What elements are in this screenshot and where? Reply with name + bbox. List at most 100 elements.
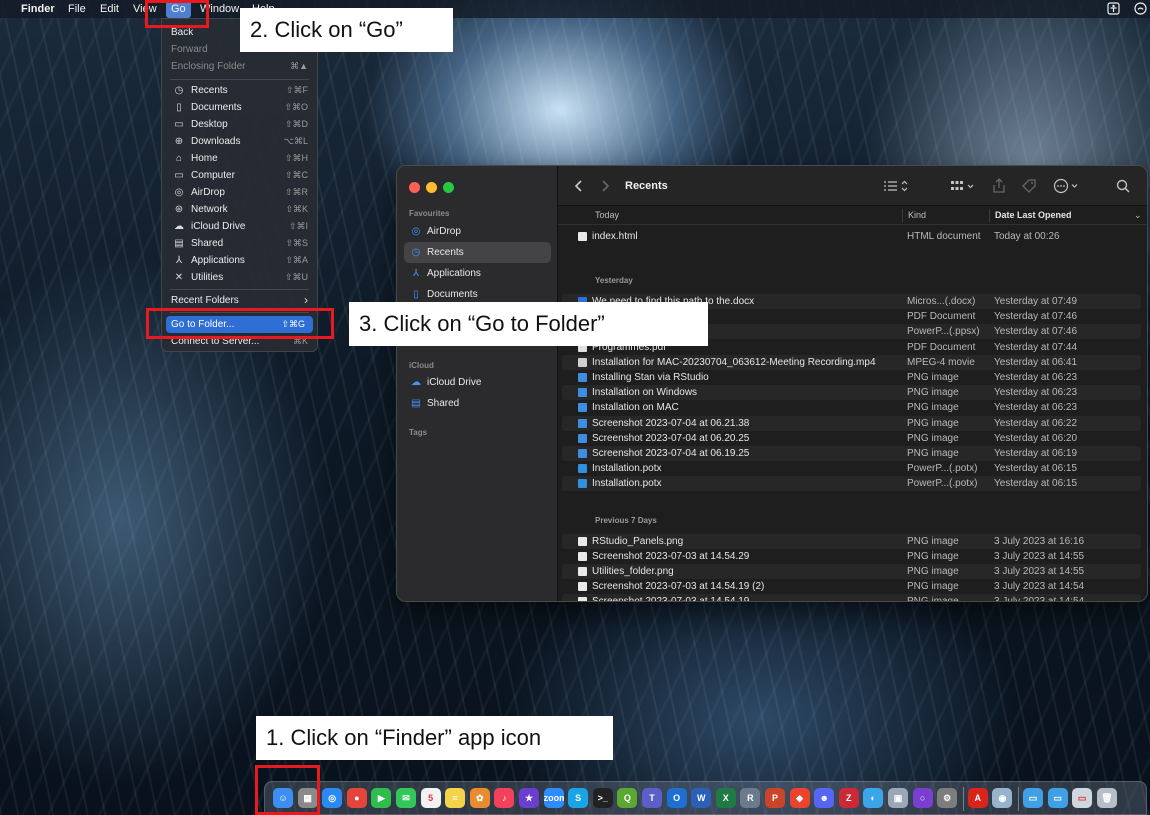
downloads-folder-icon[interactable]: ▭: [1023, 788, 1043, 808]
menu-file[interactable]: File: [63, 0, 91, 18]
file-row[interactable]: Installation on Windows PNG image Yesterda…: [562, 385, 1141, 401]
qgis-icon[interactable]: Q: [617, 788, 638, 808]
menu-item-network[interactable]: ⊛ Network ⇧⌘K: [162, 201, 317, 218]
menu-finder[interactable]: Finder: [16, 0, 60, 18]
file-row[interactable]: index.html HTML document Today at 00:26: [562, 229, 1141, 244]
minimize-window-button[interactable]: [426, 182, 437, 193]
word-icon[interactable]: W: [691, 788, 712, 808]
trash-icon[interactable]: 🗑: [1096, 788, 1117, 808]
calendar-icon[interactable]: 5: [420, 788, 441, 808]
menu-item-icloud-drive[interactable]: ☁ iCloud Drive ⇧⌘I: [162, 218, 317, 235]
file-date: Yesterday at 06:23: [994, 372, 1078, 383]
accessibility-icon[interactable]: [1107, 2, 1120, 16]
column-header-kind[interactable]: Kind: [908, 206, 926, 224]
list-view-icon[interactable]: [883, 178, 911, 194]
column-header-date[interactable]: Date Last Opened: [995, 206, 1072, 224]
screenshot-stack-icon[interactable]: ▭: [1072, 788, 1093, 808]
vpn-icon[interactable]: ◐: [863, 788, 884, 808]
teams-icon[interactable]: T: [642, 788, 662, 808]
file-row[interactable]: Installation.potx PowerP...(.potx) Yesterd…: [562, 476, 1141, 492]
facetime-icon[interactable]: ▶: [371, 788, 392, 808]
sidebar-item-applications[interactable]: ⅄ Applications: [404, 263, 551, 284]
computer-icon: ▭: [174, 170, 184, 181]
back-button[interactable]: [574, 178, 584, 194]
file-row[interactable]: Screenshot 2023-07-04 at 06.21.38 PNG ima…: [562, 415, 1141, 431]
share-icon[interactable]: [992, 178, 1006, 194]
menu-item-shared[interactable]: ▤ Shared ⇧⌘S: [162, 235, 317, 252]
menu-item-downloads[interactable]: ⊕ Downloads ⌥⌘L: [162, 133, 317, 150]
menu-edit[interactable]: Edit: [95, 0, 124, 18]
documents-folder-icon[interactable]: ▭: [1047, 788, 1068, 808]
menu-item-label: Computer: [191, 170, 235, 181]
outlook-icon[interactable]: O: [666, 788, 687, 808]
chevron-down-icon[interactable]: ⌄: [1134, 206, 1142, 224]
more-actions-icon[interactable]: [1053, 178, 1083, 194]
network-icon: ⊛: [174, 204, 184, 215]
file-row[interactable]: RStudio_Panels.png PNG image 3 July 2023 a…: [562, 533, 1141, 549]
menu-item-documents[interactable]: ▯ Documents ⇧⌘O: [162, 99, 317, 116]
skype-icon[interactable]: S: [568, 788, 589, 808]
zotero-icon[interactable]: Z: [838, 788, 859, 808]
sidebar-item-recents[interactable]: ◷ Recents: [404, 242, 551, 263]
menu-item-applications[interactable]: ⅄ Applications ⇧⌘A: [162, 252, 317, 269]
zoom-icon[interactable]: zoom: [543, 788, 564, 808]
photos-icon[interactable]: ✿: [469, 788, 490, 808]
finder-window: Favourites ◎ AirDrop ◷ Recents ⅄ Applicatio…: [396, 165, 1148, 602]
messages-icon[interactable]: ✉: [396, 788, 416, 808]
file-row[interactable]: Screenshot 2023-07-03 at 14.54.19 PNG ima…: [562, 594, 1141, 601]
preview-icon[interactable]: ▣: [888, 788, 908, 808]
menu-item-desktop[interactable]: ▭ Desktop ⇧⌘D: [162, 116, 317, 133]
menu-item-recents[interactable]: ◷ Recents ⇧⌘F: [162, 82, 317, 99]
file-date: 3 July 2023 at 14:55: [994, 550, 1085, 562]
sidebar-item-shared[interactable]: ▤ Shared: [404, 393, 551, 414]
menu-item-airdrop[interactable]: ◎ AirDrop ⇧⌘R: [162, 184, 317, 201]
menu-item-recent-folders[interactable]: Recent Folders ›: [162, 292, 317, 309]
search-icon[interactable]: [1116, 178, 1130, 194]
disk-utility-icon[interactable]: ◉: [992, 788, 1013, 808]
shortcut-label: ⇧⌘I: [288, 221, 308, 231]
callout-step-2: 2. Click on “Go”: [240, 8, 453, 52]
group-by-icon[interactable]: [950, 178, 978, 194]
chrome-icon[interactable]: ●: [346, 788, 367, 808]
menu-item-computer[interactable]: ▭ Computer ⇧⌘C: [162, 167, 317, 184]
tag-icon[interactable]: [1021, 178, 1037, 194]
discord-icon[interactable]: ☻: [814, 788, 835, 808]
powerpoint-icon[interactable]: P: [765, 788, 785, 808]
dock-separator: [1018, 787, 1019, 811]
excel-icon[interactable]: X: [715, 788, 736, 808]
file-kind: PNG image: [907, 402, 959, 414]
stata-icon[interactable]: R: [740, 788, 761, 808]
menu-item-home[interactable]: ⌂ Home ⇧⌘H: [162, 150, 317, 167]
file-icon: [578, 433, 587, 443]
tor-icon[interactable]: ○: [912, 788, 933, 808]
file-row[interactable]: Installation.potx PowerP...(.potx) Yesterd…: [562, 461, 1141, 476]
file-row[interactable]: Installing Stan via RStudio PNG image Yest…: [562, 370, 1141, 385]
file-row[interactable]: Screenshot 2023-07-04 at 06.20.25 PNG ima…: [562, 431, 1141, 446]
office-icon[interactable]: ◆: [789, 788, 810, 808]
system-settings-icon[interactable]: ⚙: [937, 788, 958, 808]
column-header-name[interactable]: Today: [595, 206, 619, 224]
notes-icon[interactable]: ≡: [445, 788, 466, 808]
wifi-icon[interactable]: [1134, 2, 1147, 16]
zoom-window-button[interactable]: [443, 182, 454, 193]
menu-item-enclosing-folder[interactable]: Enclosing Folder ⌘▲: [162, 58, 317, 75]
menu-separator: [170, 289, 309, 290]
terminal-icon[interactable]: >_: [592, 788, 613, 808]
music-icon[interactable]: ♪: [494, 788, 515, 808]
file-row[interactable]: Utilities_folder.png PNG image 3 July 2023…: [562, 564, 1141, 579]
safari-icon[interactable]: ◎: [322, 788, 343, 808]
file-date: Yesterday at 06:41: [994, 356, 1078, 368]
menu-item-label: iCloud Drive: [191, 221, 246, 232]
menu-item-utilities[interactable]: ✕ Utilities ⇧⌘U: [162, 269, 317, 286]
acrobat-icon[interactable]: A: [967, 788, 988, 808]
file-row[interactable]: Screenshot 2023-07-03 at 14.54.29 PNG ima…: [562, 549, 1141, 564]
imovie-icon[interactable]: ★: [519, 788, 539, 808]
forward-button[interactable]: [600, 178, 610, 194]
close-window-button[interactable]: [409, 182, 420, 193]
file-row[interactable]: Screenshot 2023-07-04 at 06.19.25 PNG ima…: [562, 446, 1141, 461]
sidebar-item-icloud-drive[interactable]: ☁ iCloud Drive: [404, 372, 551, 393]
file-row[interactable]: Installation for MAC-20230704_063612-Mee…: [562, 354, 1141, 370]
file-row[interactable]: Screenshot 2023-07-03 at 14.54.19 (2) PNG…: [562, 579, 1141, 594]
sidebar-item-airdrop[interactable]: ◎ AirDrop: [404, 221, 551, 242]
file-row[interactable]: Installation on MAC PNG image Yesterday at…: [562, 400, 1141, 415]
